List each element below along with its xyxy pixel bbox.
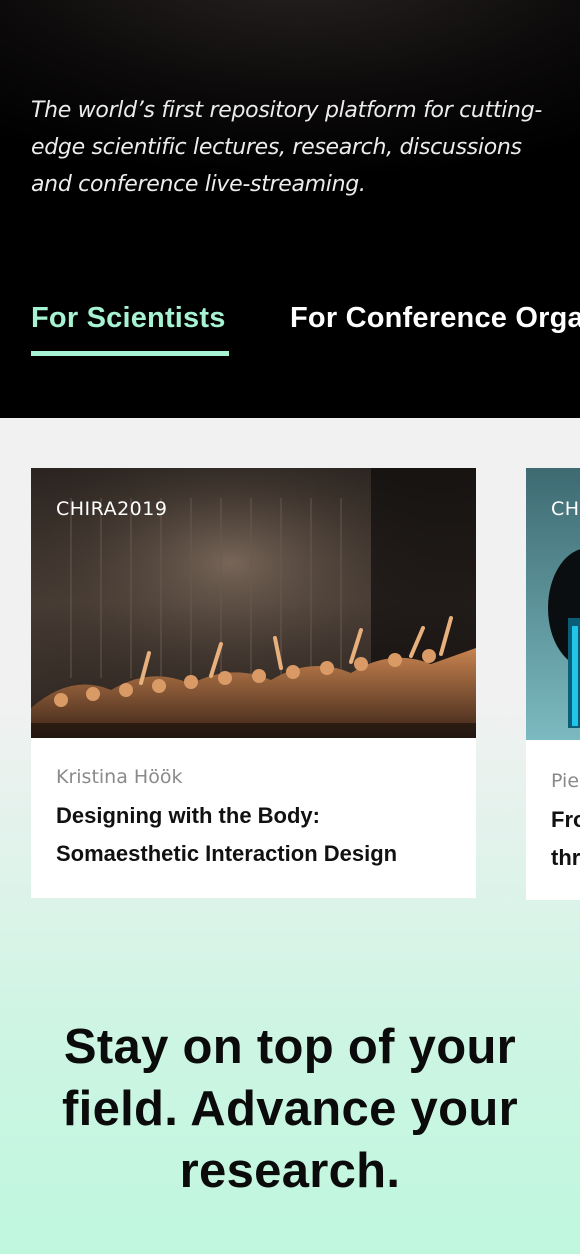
tab-for-conference-organizers[interactable]: For Conference Orga	[290, 302, 580, 335]
lecture-card[interactable]: CHIRA2019 Kristina Höök Designing with t…	[31, 468, 476, 898]
conference-tag: CH	[551, 498, 580, 520]
active-tab-underline	[31, 351, 229, 356]
hero-section: The world’s first repository platform fo…	[0, 0, 580, 418]
lecture-thumbnail: CH	[526, 468, 580, 740]
lecture-author: Kristina Höök	[56, 766, 183, 788]
tab-for-scientists[interactable]: For Scientists	[31, 302, 226, 335]
section-headline: Stay on top of your field. Advance your …	[62, 1020, 518, 1198]
lecture-title-line: thr	[551, 845, 580, 870]
lecture-thumbnail: CHIRA2019	[31, 468, 476, 738]
conference-tag: CHIRA2019	[56, 498, 168, 520]
hero-tagline: The world’s first repository platform fo…	[31, 98, 542, 197]
lecture-card[interactable]: CH Pie Fro thr	[526, 468, 580, 900]
lecture-author: Pie	[551, 770, 580, 792]
lecture-title: Designing with the Body: Somaesthetic In…	[56, 803, 398, 866]
lecture-title-line: Fro	[551, 807, 580, 832]
